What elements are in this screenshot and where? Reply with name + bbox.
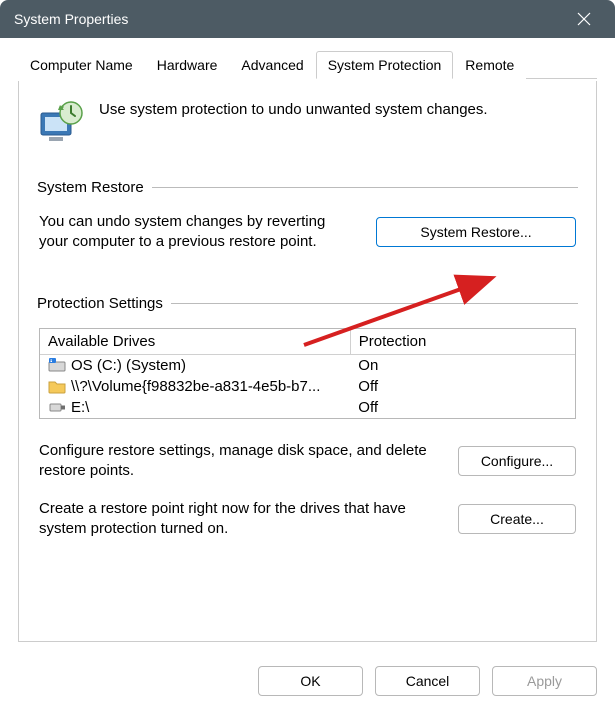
table-row[interactable]: E:\ Off [40,397,575,418]
folder-icon [48,378,66,394]
system-restore-button[interactable]: System Restore... [376,217,576,247]
dialog-button-bar: OK Cancel Apply [0,654,615,710]
table-row[interactable]: OS (C:) (System) On [40,354,575,376]
intro-row: Use system protection to undo unwanted s… [37,99,578,147]
titlebar: System Properties [0,0,615,38]
protection-value: On [350,354,575,376]
system-properties-window: System Properties Computer Name Hardware… [0,0,615,710]
drive-label: OS (C:) (System) [71,357,186,374]
system-restore-group-label: System Restore [37,179,578,196]
protection-settings-group-title: Protection Settings [37,295,163,312]
system-restore-text: You can undo system changes by reverting… [39,212,358,253]
create-button[interactable]: Create... [458,504,576,534]
intro-text: Use system protection to undo unwanted s… [99,99,488,118]
os-drive-icon [48,357,66,373]
drives-table-wrap: Available Drives Protection [39,328,576,419]
apply-button[interactable]: Apply [492,666,597,696]
protection-settings-group-label: Protection Settings [37,295,578,312]
drives-table: Available Drives Protection [40,329,575,418]
protection-value: Off [350,397,575,418]
window-title: System Properties [14,11,128,27]
configure-row: Configure restore settings, manage disk … [37,441,578,482]
ok-button[interactable]: OK [258,666,363,696]
divider [152,187,578,188]
system-restore-group-title: System Restore [37,179,144,196]
create-row: Create a restore point right now for the… [37,499,578,540]
tab-system-protection[interactable]: System Protection [316,51,454,79]
table-header-drives[interactable]: Available Drives [40,329,350,355]
protection-value: Off [350,376,575,397]
tab-hardware[interactable]: Hardware [145,51,230,79]
tab-computer-name[interactable]: Computer Name [18,51,145,79]
create-text: Create a restore point right now for the… [39,499,440,540]
divider [171,303,578,304]
system-restore-row: You can undo system changes by reverting… [37,212,578,253]
configure-button[interactable]: Configure... [458,446,576,476]
table-row[interactable]: \\?\Volume{f98832be-a831-4e5b-b7... Off [40,376,575,397]
usb-drive-icon [48,399,66,415]
tab-bar: Computer Name Hardware Advanced System P… [18,50,597,79]
system-protection-panel: Use system protection to undo unwanted s… [18,81,597,642]
tab-advanced[interactable]: Advanced [229,51,315,79]
system-protection-icon [37,99,85,147]
configure-text: Configure restore settings, manage disk … [39,441,440,482]
table-header-protection[interactable]: Protection [350,329,575,355]
tab-remote[interactable]: Remote [453,51,526,79]
drive-label: E:\ [71,399,89,416]
close-icon[interactable] [567,2,601,36]
cancel-button[interactable]: Cancel [375,666,480,696]
content-area: Computer Name Hardware Advanced System P… [0,38,615,654]
drive-label: \\?\Volume{f98832be-a831-4e5b-b7... [71,378,320,395]
